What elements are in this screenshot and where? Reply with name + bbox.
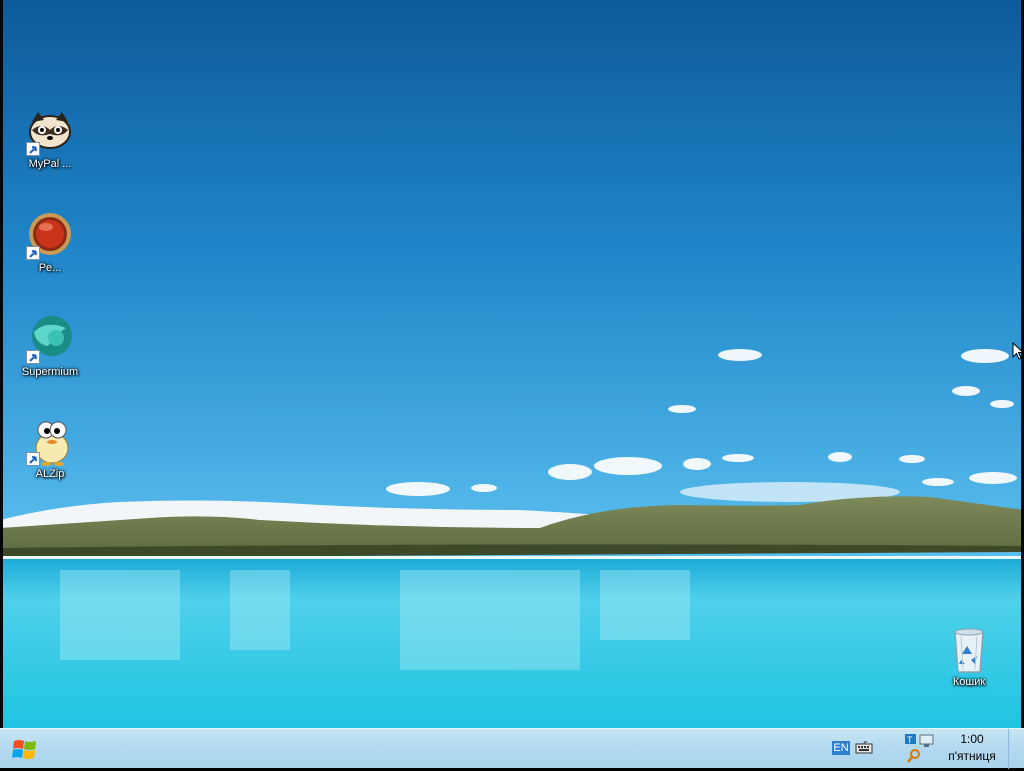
desktop-icon-label: Pe... xyxy=(38,262,62,274)
clock-time: 1:00 xyxy=(960,732,984,746)
taskbar-clock[interactable]: 1:00 п'ятниця xyxy=(942,731,1002,765)
desktop-icon-label: MyPal ... xyxy=(28,158,72,170)
mouse-cursor-icon xyxy=(1012,341,1024,360)
search-icon xyxy=(907,749,920,763)
red-orb-icon xyxy=(26,212,74,260)
desktop-icon-alzip[interactable]: ALZip xyxy=(12,418,88,481)
shortcut-arrow-icon xyxy=(26,142,40,156)
screen-edge-left xyxy=(0,0,3,728)
shortcut-arrow-icon xyxy=(26,452,40,466)
raccoon-icon xyxy=(26,108,74,156)
desktop-icon-label: ALZip xyxy=(35,468,65,480)
desktop-icon-pe[interactable]: Pe... xyxy=(12,212,88,275)
desktop-icon-recycle-bin[interactable]: Кошик xyxy=(931,626,1007,689)
desktop-icon-mypal[interactable]: MyPal ... xyxy=(12,108,88,171)
start-button[interactable] xyxy=(8,733,42,765)
language-indicator[interactable]: EN xyxy=(832,741,850,755)
supermium-icon xyxy=(26,316,74,364)
desktop[interactable]: MyPal ... Pe... Supermium ALZip Кошик xyxy=(0,0,1024,728)
desktop-icon-label: Кошик xyxy=(952,676,986,688)
network-icon[interactable]: T xyxy=(903,732,939,766)
alzip-icon xyxy=(26,418,74,466)
svg-text:T: T xyxy=(907,735,913,745)
wallpaper xyxy=(0,0,1024,728)
shortcut-arrow-icon xyxy=(26,246,40,260)
desktop-icon-label: Supermium xyxy=(21,366,79,378)
clock-day: п'ятниця xyxy=(948,749,996,763)
show-desktop-button[interactable] xyxy=(1008,729,1024,769)
recycle-bin-icon xyxy=(945,626,993,674)
keyboard-icon[interactable] xyxy=(855,741,873,755)
desktop-icon-supermium[interactable]: Supermium xyxy=(12,316,88,379)
windows-logo-icon xyxy=(12,740,36,759)
shortcut-arrow-icon xyxy=(26,350,40,364)
taskbar: EN T 1:00 п'ятниця xyxy=(0,728,1024,769)
